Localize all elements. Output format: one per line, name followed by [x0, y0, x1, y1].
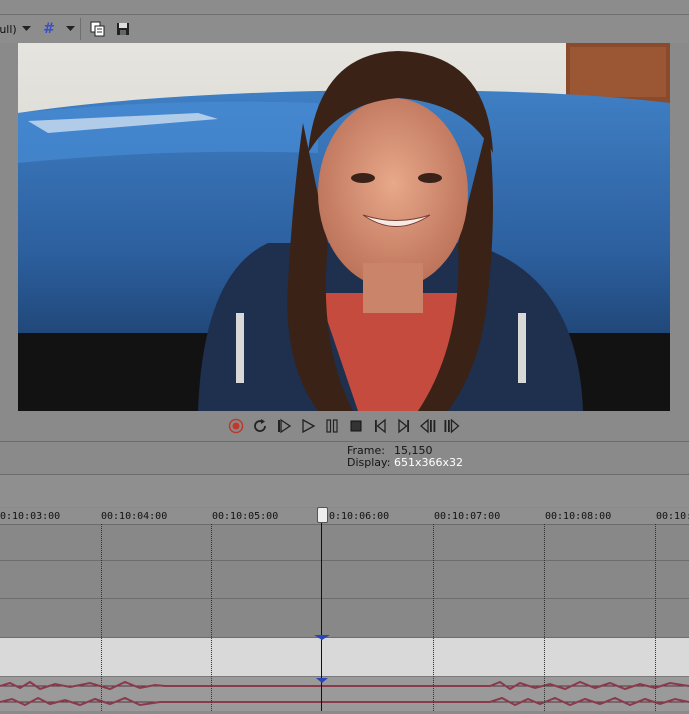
timeline-gridline — [655, 524, 656, 711]
event-marker-icon — [314, 635, 330, 640]
go-to-start-button[interactable] — [370, 416, 390, 436]
record-icon — [228, 418, 244, 434]
save-icon — [117, 23, 129, 35]
chevron-down-icon — [65, 26, 75, 31]
record-button[interactable] — [226, 416, 246, 436]
ruler-tick-label: 00:10:09 — [656, 511, 689, 522]
play-from-start-button[interactable] — [274, 416, 294, 436]
audio-waveform — [0, 680, 689, 707]
grid-icon: # — [43, 21, 55, 37]
overlays-dropdown[interactable] — [64, 19, 76, 39]
timeline-gridline — [433, 524, 434, 711]
timeline-header-area — [0, 475, 689, 507]
window-top-band — [0, 0, 689, 15]
previous-frame-button[interactable] — [418, 416, 438, 436]
video-track-1[interactable] — [0, 525, 689, 561]
previous-frame-icon — [420, 418, 436, 434]
preview-quality-text: ull) — [0, 22, 17, 36]
ruler-tick-label: 0:10:06:00 — [329, 511, 390, 522]
loop-button[interactable] — [250, 416, 270, 436]
go-to-end-button[interactable] — [394, 416, 414, 436]
play-button[interactable] — [298, 416, 318, 436]
stop-button[interactable] — [346, 416, 366, 436]
video-event-track[interactable] — [0, 638, 689, 677]
go-to-end-icon — [398, 418, 409, 434]
video-track-2[interactable] — [0, 561, 689, 599]
ruler-tick-label: 00:10:04:00 — [101, 511, 168, 522]
copy-snapshot-button[interactable] — [87, 19, 109, 39]
stop-icon — [350, 420, 362, 432]
save-snapshot-button[interactable] — [112, 19, 134, 39]
overlays-button[interactable]: # — [38, 19, 60, 39]
preview-info-panel: Frame: 15,150 Display: 651x366x32 — [347, 445, 463, 469]
video-preview[interactable] — [18, 43, 670, 411]
pause-icon — [326, 419, 338, 433]
preview-quality-label[interactable]: ull) — [0, 19, 17, 39]
pause-button[interactable] — [322, 416, 342, 436]
transport-bar — [0, 414, 689, 438]
chevron-down-icon — [21, 26, 31, 31]
preview-toolbar: ull) # — [0, 15, 689, 43]
toolbar-separator — [80, 18, 81, 40]
ruler-tick-label: 00:10:07:00 — [434, 511, 501, 522]
timeline-gridline — [544, 524, 545, 711]
video-track-3[interactable] — [0, 599, 689, 638]
display-label: Display: — [347, 456, 391, 469]
preview-frame-image — [18, 43, 670, 411]
divider — [0, 441, 689, 442]
playhead-handle[interactable] — [317, 507, 328, 523]
time-ruler[interactable]: 0:10:03:00 00:10:04:00 00:10:05:00 0:10:… — [0, 508, 689, 525]
ruler-tick-label: 0:10:03:00 — [0, 511, 61, 522]
loop-icon — [254, 419, 266, 432]
play-from-start-icon — [278, 418, 292, 434]
play-icon — [302, 418, 316, 434]
ruler-tick-label: 00:10:05:00 — [212, 511, 279, 522]
display-row: Display: 651x366x32 — [347, 457, 463, 469]
ruler-tick-label: 00:10:08:00 — [545, 511, 612, 522]
audio-marker-icon — [316, 678, 328, 683]
preview-quality-dropdown[interactable] — [20, 19, 32, 39]
timeline-gridline — [101, 524, 102, 711]
timeline-gridline — [211, 524, 212, 711]
display-value: 651x366x32 — [394, 456, 464, 469]
go-to-start-icon — [375, 418, 386, 434]
next-frame-button[interactable] — [442, 416, 462, 436]
copy-snapshot-icon — [90, 21, 105, 37]
next-frame-icon — [444, 418, 460, 434]
audio-track[interactable] — [0, 677, 689, 711]
